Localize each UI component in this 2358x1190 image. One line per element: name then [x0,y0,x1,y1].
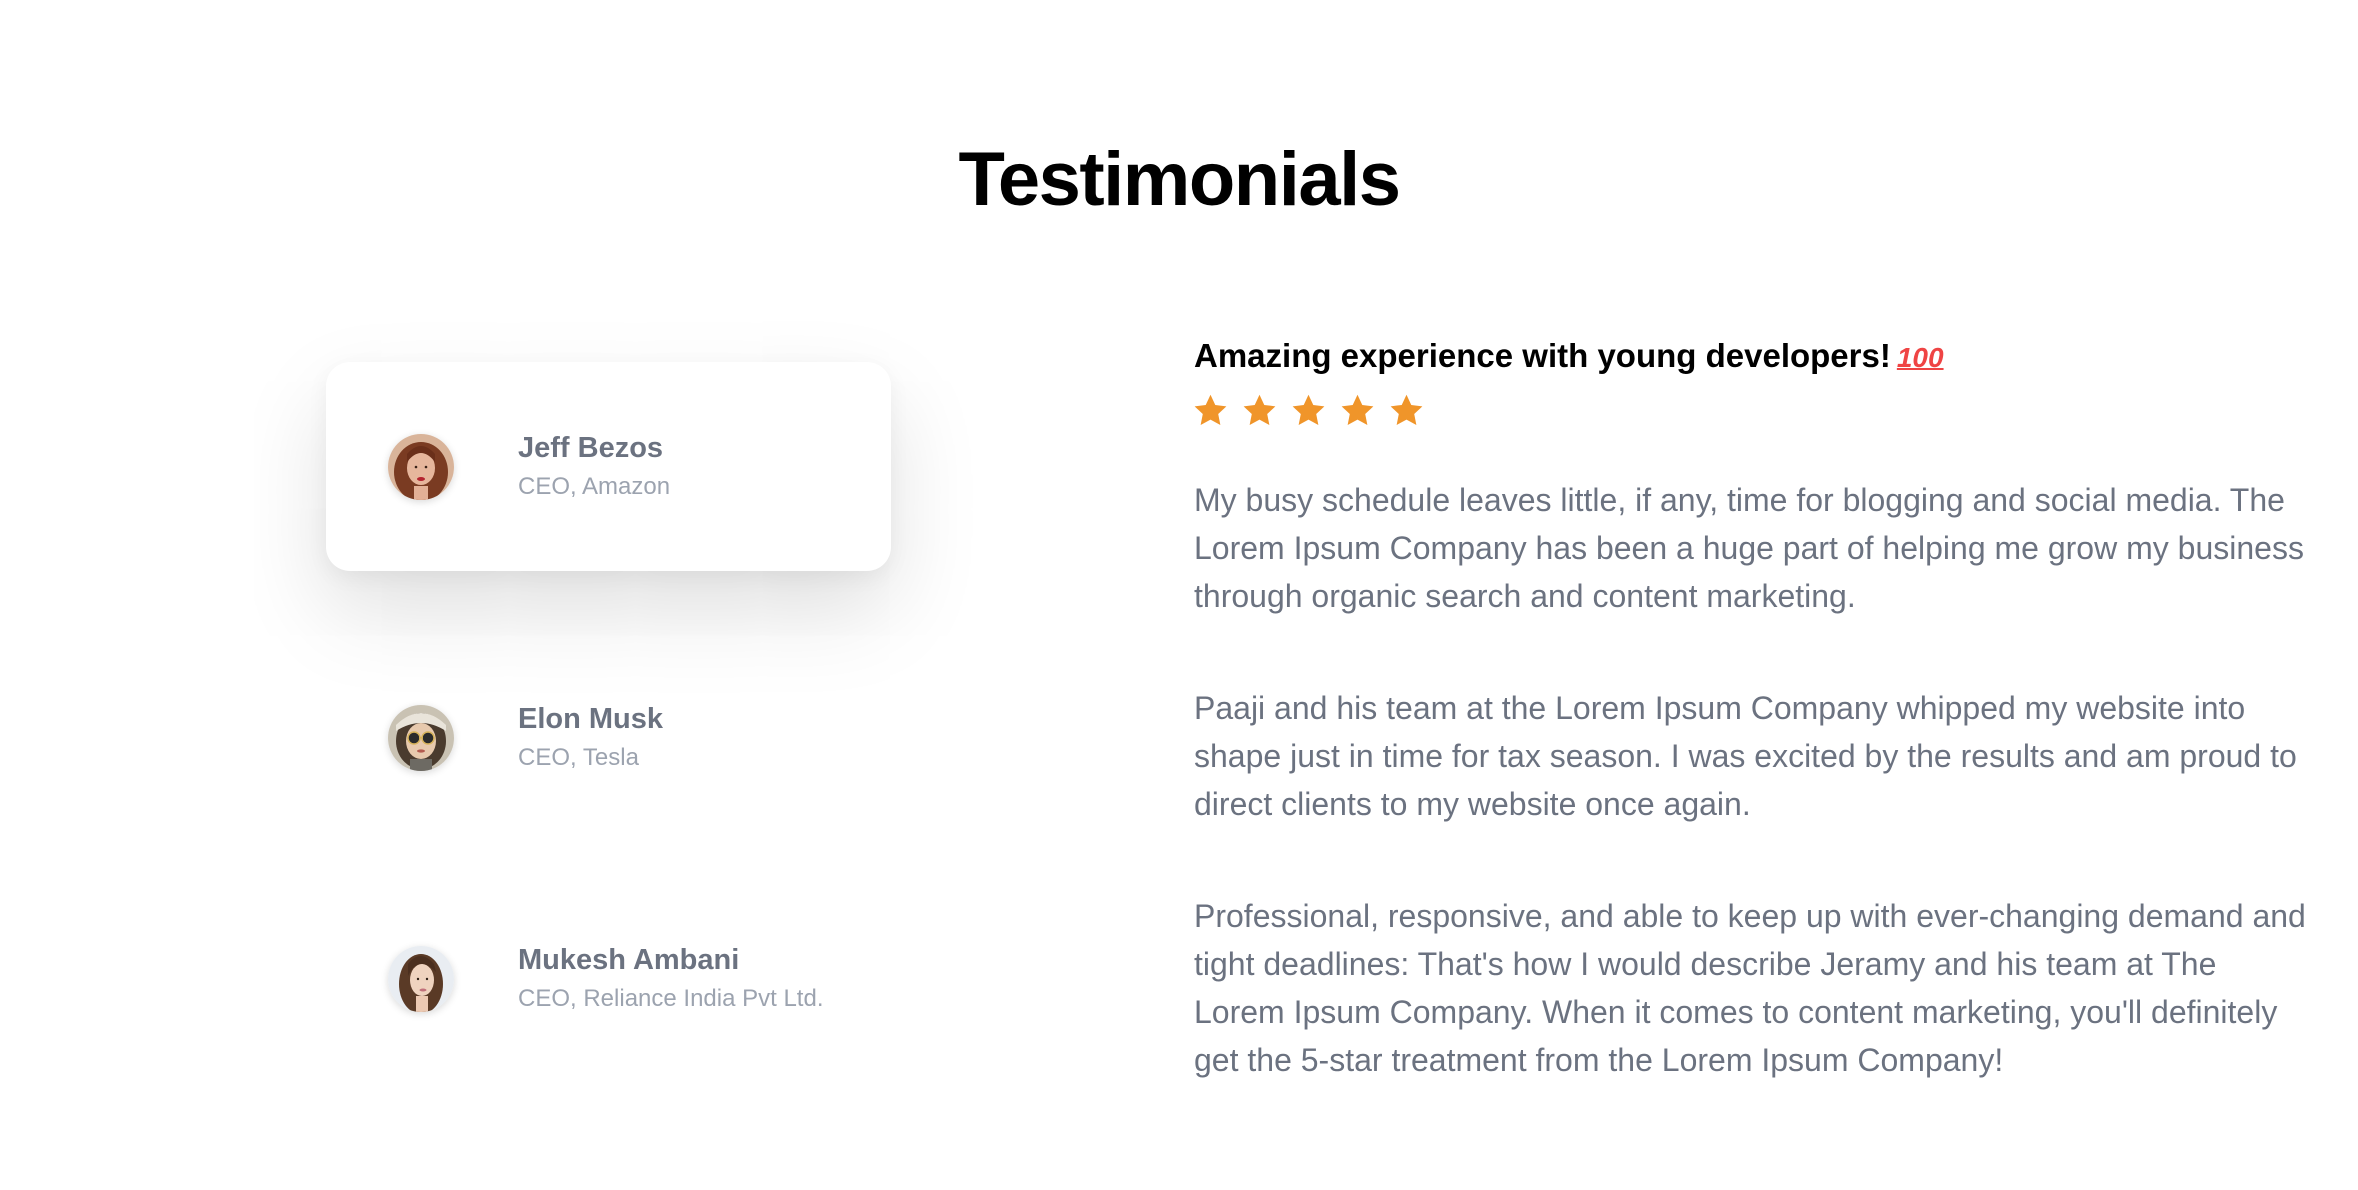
testimonials-section: Testimonials Jeff Bezos CEO, Amazon Elon… [0,0,2358,1190]
testimonial-person-elon-musk[interactable]: Elon Musk CEO, Tesla [326,633,891,842]
person-name: Jeff Bezos [518,432,664,464]
star-icon [1390,394,1423,425]
hundred-points-icon: 100 [1896,342,1944,373]
testimonial-person-jeff-bezos[interactable]: Jeff Bezos CEO, Amazon [326,362,891,571]
review-paragraph: My busy schedule leaves little, if any, … [1194,482,2304,614]
section-title: Testimonials [958,137,1401,222]
star-rating [1192,392,1425,432]
person-name: Mukesh Ambani [518,944,740,976]
star-icon [1194,394,1227,425]
avatar-icon [388,705,454,771]
review-paragraph: Paaji and his team at the Lorem Ipsum Co… [1194,690,2297,822]
person-role: CEO, Tesla [518,744,639,771]
avatar-icon [388,434,454,500]
person-role: CEO, Reliance India Pvt Ltd. [518,985,824,1012]
review-body: My busy schedule leaves little, if any, … [1194,476,2314,1148]
star-icon [1292,394,1325,425]
star-icon [1243,394,1276,425]
review-paragraph: Professional, responsive, and able to ke… [1194,898,2306,1078]
person-name: Elon Musk [518,703,664,735]
review-headline: Amazing experience with young developers… [1194,336,1944,378]
star-icon [1341,394,1374,425]
person-role: CEO, Amazon [518,473,671,500]
review-headline-text: Amazing experience with young developers… [1194,337,1891,374]
testimonial-person-mukesh-ambani[interactable]: Mukesh Ambani CEO, Reliance India Pvt Lt… [326,874,891,1083]
avatar-icon [388,946,454,1012]
